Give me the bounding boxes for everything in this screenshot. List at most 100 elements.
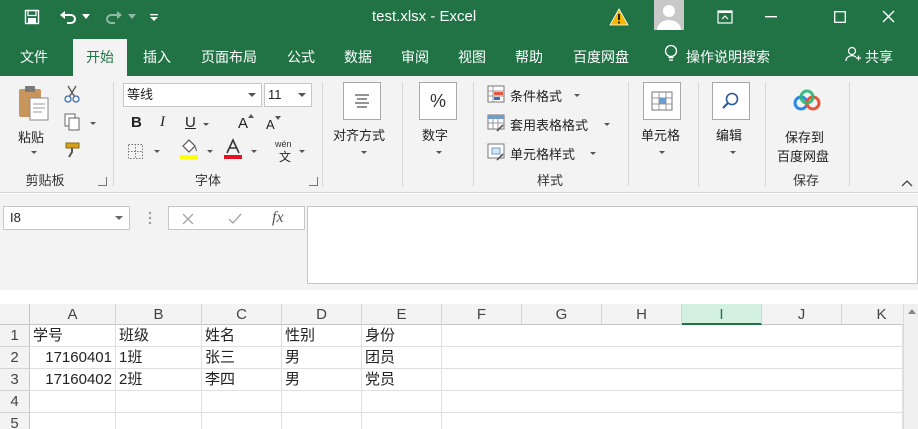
collapse-ribbon-icon[interactable] (900, 178, 914, 188)
cell-b2[interactable]: 1班 (116, 347, 202, 369)
cell-b4[interactable] (116, 391, 202, 413)
undo-icon[interactable] (56, 0, 80, 33)
tab-baidu-netdisk[interactable]: 百度网盘 (562, 39, 640, 76)
minimize-icon[interactable] (748, 0, 794, 33)
copy-icon[interactable] (62, 112, 82, 132)
column-header-f[interactable]: F (442, 304, 522, 325)
paste-label[interactable]: 粘贴 (18, 127, 44, 146)
editing-dropdown-icon[interactable] (730, 151, 736, 154)
cell-a4[interactable] (30, 391, 116, 413)
scroll-up-icon[interactable] (905, 306, 918, 316)
column-header-h[interactable]: H (602, 304, 682, 325)
format-painter-icon[interactable] (62, 140, 82, 160)
empty-cells[interactable] (442, 325, 903, 347)
tab-home[interactable]: 开始 (73, 39, 127, 76)
cell-styles-label[interactable]: 单元格样式 (510, 144, 575, 163)
cell-d1[interactable]: 性别 (282, 325, 362, 347)
column-header-a[interactable]: A (30, 304, 116, 325)
row-header[interactable]: 2 (0, 347, 30, 369)
cancel-entry-icon[interactable] (179, 210, 197, 228)
alignment-button-label[interactable]: 对齐方式 (333, 125, 385, 144)
conditional-formatting-dropdown-icon[interactable] (574, 94, 580, 97)
vertical-scrollbar[interactable] (903, 304, 918, 429)
column-header-d[interactable]: D (282, 304, 362, 325)
bold-button[interactable]: B (131, 114, 142, 131)
cell-styles-icon[interactable] (486, 142, 506, 162)
clipboard-launcher-icon[interactable] (98, 177, 107, 186)
font-name-combo[interactable]: 等线 (123, 83, 262, 107)
save-to-baidu-line2[interactable]: 百度网盘 (777, 146, 829, 165)
underline-dropdown-icon[interactable] (203, 123, 209, 126)
tab-view[interactable]: 视图 (448, 39, 496, 76)
empty-cells[interactable] (442, 413, 903, 429)
tell-me-search[interactable]: 操作说明搜索 (664, 39, 770, 76)
column-header-g[interactable]: G (522, 304, 602, 325)
customize-qat-icon[interactable] (146, 0, 162, 33)
tab-insert[interactable]: 插入 (132, 39, 182, 76)
save-to-baidu-line1[interactable]: 保存到 (785, 127, 824, 146)
increase-font-size-button[interactable]: A (238, 115, 248, 132)
cell-c1[interactable]: 姓名 (202, 325, 282, 347)
conditional-formatting-label[interactable]: 条件格式 (510, 86, 562, 105)
save-icon[interactable] (18, 0, 46, 33)
baidu-netdisk-icon[interactable] (790, 88, 824, 114)
cells-dropdown-icon[interactable] (659, 151, 665, 154)
row-header[interactable]: 1 (0, 325, 30, 347)
cell-d2[interactable]: 男 (282, 347, 362, 369)
select-all-button[interactable] (0, 304, 30, 325)
italic-button[interactable]: I (160, 114, 165, 131)
maximize-icon[interactable] (817, 0, 863, 33)
empty-cells[interactable] (442, 391, 903, 413)
cell-d4[interactable] (282, 391, 362, 413)
cell-c4[interactable] (202, 391, 282, 413)
fill-color-dropdown-icon[interactable] (207, 150, 213, 153)
cell-a5[interactable] (30, 413, 116, 429)
warning-icon[interactable] (606, 0, 632, 33)
font-color-icon[interactable] (222, 138, 244, 160)
formula-bar-grip-icon[interactable] (140, 208, 160, 228)
avatar[interactable] (654, 0, 684, 30)
cell-e4[interactable] (362, 391, 442, 413)
cell-a3[interactable]: 17160402 (30, 369, 116, 391)
column-header-j[interactable]: J (762, 304, 842, 325)
paste-icon[interactable] (14, 84, 52, 122)
cell-b5[interactable] (116, 413, 202, 429)
formula-input[interactable] (307, 206, 918, 284)
cell-c5[interactable] (202, 413, 282, 429)
close-icon[interactable] (865, 0, 911, 33)
editing-button-label[interactable]: 编辑 (716, 125, 742, 144)
font-size-combo[interactable]: 11 (264, 83, 312, 107)
tab-formulas[interactable]: 公式 (277, 39, 325, 76)
phonetic-dropdown-icon[interactable] (299, 150, 305, 153)
font-color-dropdown-icon[interactable] (251, 150, 257, 153)
tab-help[interactable]: 帮助 (505, 39, 553, 76)
row-header[interactable]: 3 (0, 369, 30, 391)
redo-icon[interactable] (102, 0, 126, 33)
percent-icon[interactable]: % (419, 82, 457, 120)
cell-e2[interactable]: 团员 (362, 347, 442, 369)
cut-icon[interactable] (62, 84, 82, 104)
name-box[interactable]: I8 (3, 206, 130, 230)
ribbon-display-options-icon[interactable] (702, 0, 748, 33)
cell-e5[interactable] (362, 413, 442, 429)
cell-a1[interactable]: 学号 (30, 325, 116, 347)
row-header[interactable]: 5 (0, 413, 30, 429)
row-header[interactable]: 4 (0, 391, 30, 413)
font-launcher-icon[interactable] (309, 177, 318, 186)
empty-cells[interactable] (442, 347, 903, 369)
cells-button-label[interactable]: 单元格 (641, 125, 680, 144)
tab-file[interactable]: 文件 (8, 39, 60, 76)
confirm-entry-icon[interactable] (226, 210, 244, 228)
cell-d5[interactable] (282, 413, 362, 429)
cell-e3[interactable]: 党员 (362, 369, 442, 391)
borders-icon[interactable] (126, 142, 144, 160)
worksheet-grid[interactable]: A B C D E F G H I J K 1 学号 班级 姓名 性别 身份 2… (0, 304, 918, 429)
tab-page-layout[interactable]: 页面布局 (192, 39, 266, 76)
cell-b1[interactable]: 班级 (116, 325, 202, 347)
cell-a2[interactable]: 17160401 (30, 347, 116, 369)
cell-styles-dropdown-icon[interactable] (590, 152, 596, 155)
paste-dropdown-icon[interactable] (31, 151, 37, 154)
redo-dropdown-icon[interactable] (126, 0, 138, 33)
tab-review[interactable]: 审阅 (391, 39, 439, 76)
cells-icon[interactable] (643, 82, 681, 120)
